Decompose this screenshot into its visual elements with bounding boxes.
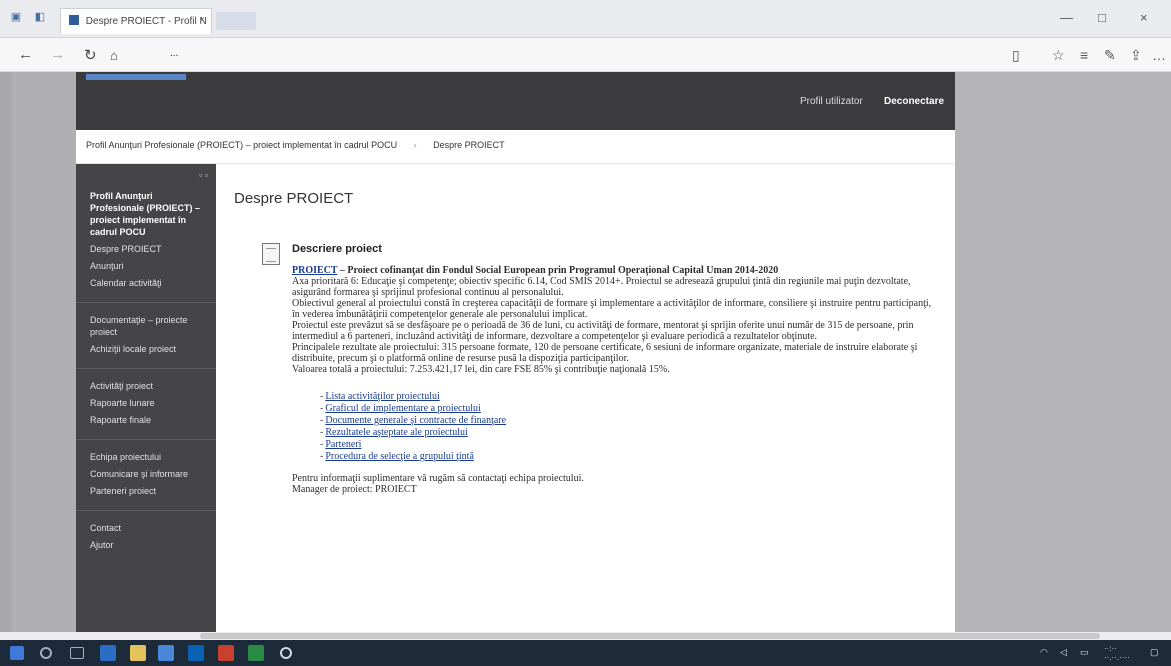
- search-icon[interactable]: [40, 647, 52, 659]
- document-block: Descriere proiect PROIECT – Proiect cofi…: [234, 243, 937, 495]
- sidebar-item-communication[interactable]: Comunicare şi informare: [90, 468, 206, 480]
- sidebar-group: Activităţi proiect Rapoarte lunare Rapoa…: [76, 369, 216, 440]
- sidebar-item-documents[interactable]: Documentaţie – proiecte proiect: [90, 314, 206, 338]
- sidebar-item-partners[interactable]: Parteneri proiect: [90, 485, 206, 497]
- lead-text: – Proiect cofinanţat din Fondul Social E…: [337, 265, 779, 276]
- new-tab-button[interactable]: [216, 12, 256, 30]
- tray-volume-icon[interactable]: ◁: [1060, 647, 1067, 658]
- tray-network-icon[interactable]: ◠: [1040, 647, 1048, 658]
- document-paragraph: Axa prioritară 6: Educaţie şi competenţe…: [292, 276, 911, 298]
- refresh-icon[interactable]: ↻: [84, 46, 97, 64]
- document-link[interactable]: Rezultatele aşteptate ale proiectului: [320, 427, 937, 439]
- tab-actions-icon[interactable]: ▣: [8, 10, 24, 24]
- document-paragraph: Proiectul este prevăzut să se desfăşoare…: [292, 320, 914, 342]
- share-icon[interactable]: ⇪: [1130, 47, 1142, 64]
- document-link[interactable]: Graficul de implementare a proiectului: [320, 403, 937, 415]
- start-windows-icon[interactable]: [10, 646, 24, 660]
- sidebar-item-help[interactable]: Ajutor: [90, 539, 206, 551]
- notification-center-icon[interactable]: ▢: [1150, 647, 1159, 658]
- browser-tab-bar: ▣ ◧ Despre PROIECT - Profil N × — □ ×: [0, 0, 1171, 38]
- more-icon[interactable]: …: [1152, 47, 1166, 63]
- maximize-button[interactable]: □: [1098, 10, 1106, 25]
- document-link[interactable]: Parteneri: [320, 439, 937, 451]
- sidebar-toggle-icon[interactable]: ▫ ▫: [199, 170, 208, 180]
- tab-preview-icon[interactable]: ◧: [32, 10, 48, 24]
- tab-close-icon[interactable]: ×: [199, 15, 205, 26]
- breadcrumb: Profil Anunţuri Profesionale (PROIECT) –…: [76, 130, 955, 164]
- document-icon: [262, 243, 280, 265]
- acrobat-icon[interactable]: [218, 645, 234, 661]
- page-title: Despre PROIECT: [234, 190, 354, 207]
- breadcrumb-item-home[interactable]: Profil Anunţuri Profesionale (PROIECT) –…: [86, 140, 397, 150]
- url-field[interactable]: ...: [170, 48, 790, 59]
- breadcrumb-item-current: Despre PROIECT: [433, 140, 505, 150]
- document-lead: PROIECT – Proiect cofinanţat din Fondul …: [292, 265, 932, 276]
- sidebar-item-monthly-reports[interactable]: Rapoarte lunare: [90, 397, 206, 409]
- sidebar-item-about[interactable]: Despre PROIECT: [90, 243, 206, 255]
- document-link[interactable]: Lista activităţilor proiectului: [320, 391, 937, 403]
- sidebar-item-project-home[interactable]: Profil Anunţuri Profesionale (PROIECT) –…: [90, 190, 206, 238]
- edge-browser-icon[interactable]: [100, 645, 116, 661]
- sidebar-item-calendar[interactable]: Calendar activităţi: [90, 277, 206, 289]
- sidebar-group: Documentaţie – proiecte proiect Achiziţi…: [76, 303, 216, 369]
- sidebar-item-procurement[interactable]: Achiziţii locale proiect: [90, 343, 206, 355]
- store-icon[interactable]: [158, 645, 174, 661]
- document-paragraph: Principalele rezultate ale proiectului: …: [292, 342, 918, 364]
- file-explorer-icon[interactable]: [130, 645, 146, 661]
- sidebar-group: Contact Ajutor: [76, 511, 216, 564]
- sidebar-item-final-reports[interactable]: Rapoarte finale: [90, 414, 206, 426]
- reading-view-icon[interactable]: ▯: [1012, 47, 1020, 64]
- site-header: Profil utilizator Deconectare: [76, 72, 955, 130]
- favorite-star-icon[interactable]: ☆: [1052, 47, 1065, 64]
- sidebar-item-team[interactable]: Echipa proiectului: [90, 451, 206, 463]
- tab-title: Despre PROIECT - Profil N: [85, 16, 207, 27]
- document-body: PROIECT – Proiect cofinanţat din Fondul …: [292, 265, 932, 375]
- mail-icon[interactable]: [188, 645, 204, 661]
- tray-language-icon[interactable]: ▭: [1080, 647, 1089, 658]
- site-favicon-icon: [69, 15, 79, 25]
- close-window-button[interactable]: ×: [1140, 10, 1148, 25]
- sidebar-item-announcements[interactable]: Anunţuri: [90, 260, 206, 272]
- sidebar-group: Echipa proiectului Comunicare şi informa…: [76, 440, 216, 511]
- document-link-list: Lista activităţilor proiectului Graficul…: [320, 391, 937, 463]
- document-title: Descriere proiect: [292, 243, 382, 255]
- back-arrow-icon[interactable]: ←: [18, 46, 33, 63]
- hub-icon[interactable]: ≡: [1080, 47, 1088, 63]
- minimize-button[interactable]: —: [1060, 10, 1073, 25]
- project-link[interactable]: PROIECT: [292, 265, 337, 276]
- footer-line-contact: Pentru informaţii suplimentare vă rugăm …: [292, 473, 584, 484]
- taskbar: ◠ ◁ ▭ ··:·· ··.··.···· ▢: [0, 640, 1171, 666]
- home-icon[interactable]: ⌂: [110, 48, 118, 63]
- document-footer: Pentru informaţii suplimentare vă rugăm …: [292, 473, 937, 495]
- document-closing-line: Valoarea totală a proiectului: 7.253.421…: [292, 364, 670, 375]
- document-paragraph: Obiectivul general al proiectului constă…: [292, 298, 932, 320]
- footer-line-manager: Manager de proiect: PROIECT: [292, 484, 417, 495]
- browser-tab-active[interactable]: Despre PROIECT - Profil N ×: [60, 8, 212, 34]
- chrome-icon[interactable]: [280, 647, 292, 659]
- task-view-icon[interactable]: [70, 647, 84, 659]
- forward-arrow-icon[interactable]: →: [50, 46, 65, 63]
- sidebar-nav: ▫ ▫ Profil Anunţuri Profesionale (PROIEC…: [76, 164, 216, 632]
- horizontal-scrollbar[interactable]: [0, 632, 1171, 640]
- excel-icon[interactable]: [248, 645, 264, 661]
- site-logo[interactable]: [86, 74, 186, 80]
- document-link[interactable]: Documente generale şi contracte de finan…: [320, 415, 937, 427]
- main-content: Despre PROIECT Descriere proiect PROIECT…: [216, 164, 955, 632]
- left-margin: [12, 72, 76, 632]
- header-link-logout[interactable]: Deconectare: [884, 96, 944, 107]
- sidebar-item-activities[interactable]: Activităţi proiect: [90, 380, 206, 392]
- right-margin: [955, 72, 1171, 632]
- notes-icon[interactable]: ✎: [1104, 47, 1116, 64]
- scrollbar-thumb[interactable]: [200, 633, 1100, 639]
- tray-clock[interactable]: ··:·· ··.··.····: [1104, 644, 1130, 662]
- breadcrumb-separator: ›: [413, 140, 417, 150]
- sidebar-item-contact[interactable]: Contact: [90, 522, 206, 534]
- header-link-profile[interactable]: Profil utilizator: [800, 96, 863, 107]
- sidebar-group: Profil Anunţuri Profesionale (PROIECT) –…: [76, 170, 216, 303]
- address-bar-row: ← → ↻ ⌂ ... ▯ ☆ ≡ ✎ ⇪ …: [0, 38, 1171, 72]
- url-host: ...: [170, 48, 179, 59]
- document-link[interactable]: Procedura de selecţie a grupului ţintă: [320, 451, 937, 463]
